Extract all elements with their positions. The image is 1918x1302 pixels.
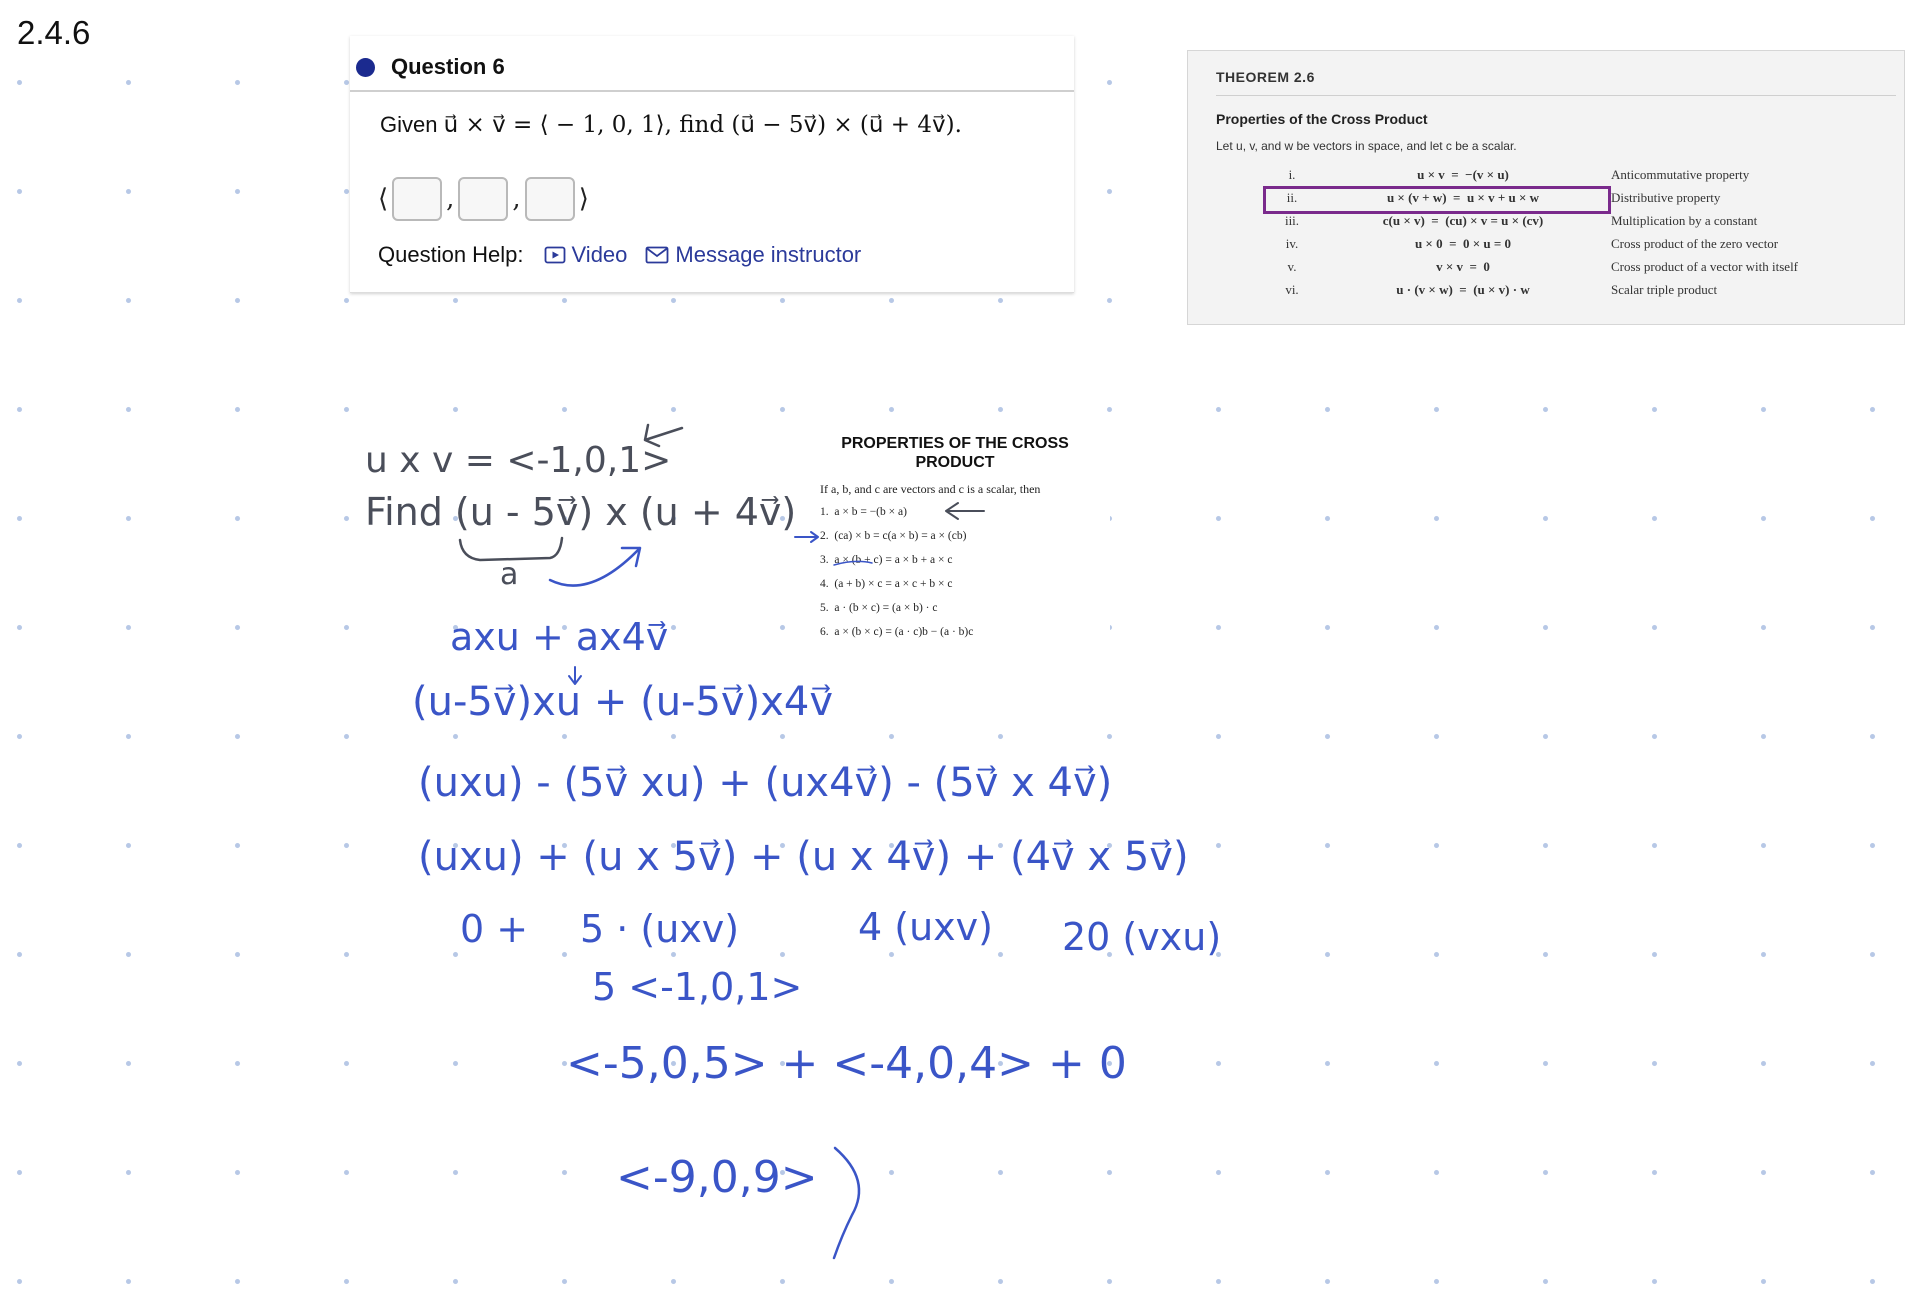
pointer-arrow [945,502,985,520]
handwriting-line: <-9,0,9> [616,1152,818,1203]
handwriting-line: (uxu) - (5v⃗ xu) + (ux4v⃗) - (5v⃗ x 4v⃗) [418,760,1112,806]
handwriting-line: 5 · (uxv) [580,907,739,951]
handwriting-line: a [500,557,518,592]
handwritten-notes: u x v = <-1,0,1> Find (u - 5v⃗) x (u + 4… [365,423,1221,1260]
curved-arrow-annotation [548,546,642,587]
pointer-arrow [794,531,819,543]
handwriting-line: 4 (uxv) [858,905,993,949]
handwriting-line: 0 + [460,907,528,951]
handwriting-line: 5 <-1,0,1> [592,965,802,1009]
handwriting-line: 20 (vxu) [1062,915,1221,959]
bracket-stroke [832,1146,861,1260]
underline-annotation [833,560,873,566]
handwriting-line: <-5,0,5> + <-4,0,4> + 0 [566,1038,1127,1089]
handwriting-line: Find (u - 5v⃗) x (u + 4v⃗) [365,490,796,534]
handwriting-dark: u x v = <-1,0,1> Find (u - 5v⃗) x (u + 4… [365,440,796,592]
handwriting-line: (u-5v⃗)xu + (u-5v⃗)x4v⃗ [412,679,833,725]
handwriting-line: (uxu) + (u x 5v⃗) + (u x 4v⃗) + (4v⃗ x 5… [418,834,1189,880]
handwriting-line: axu + ax4v⃗ [450,615,668,659]
handwriting-blue: axu + ax4v⃗ (u-5v⃗)xu + (u-5v⃗)x4v⃗ (uxu… [412,615,1221,1203]
handwriting-line: u x v = <-1,0,1> [365,440,671,481]
